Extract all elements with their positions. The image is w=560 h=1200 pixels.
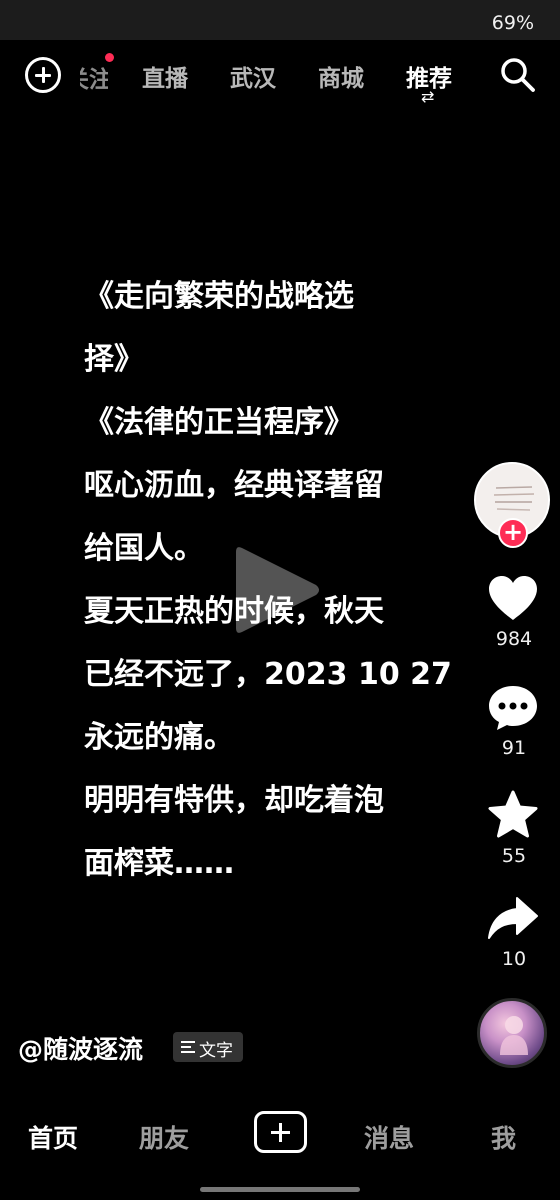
video-text-line: 面榨菜…… [84,846,234,881]
tab-mall[interactable]: 商城 [318,59,364,93]
video-text-line: 已经不远了，2023 10 27 [84,657,452,692]
nav-friends[interactable]: 朋友 [139,1119,189,1155]
share-count: 10 [501,948,527,970]
search-icon[interactable] [499,56,537,94]
notification-dot [105,53,114,62]
play-icon[interactable] [232,540,322,640]
video-text-line: 呕心沥血，经典译著留 [84,468,384,503]
share-icon[interactable] [487,896,539,942]
nav-home[interactable]: 首页 [28,1119,78,1155]
like-count: 984 [495,628,533,650]
create-button[interactable] [254,1111,307,1153]
bottom-nav: 首页 朋友 消息 我 [0,1095,560,1175]
video-text-line: 择》 [84,342,144,377]
tab-live[interactable]: 直播 [142,59,188,93]
video-feed-screen: 69% 关注 直播 武汉 商城 推荐 ⇄ 《走向繁荣的战略选 择》 《法律的正当… [0,0,560,1200]
music-cover-icon [500,1016,528,1055]
text-lines-icon [181,1041,195,1053]
nav-messages[interactable]: 消息 [364,1119,414,1155]
comment-icon[interactable] [487,684,539,732]
avatar-image [493,486,535,511]
text-mode-button[interactable]: 文字 [173,1032,243,1062]
home-indicator [200,1187,360,1192]
add-circle-icon[interactable] [25,57,61,93]
video-text-line: 《法律的正当程序》 [84,405,354,440]
follow-button[interactable]: + [498,518,528,548]
top-nav: 关注 直播 武汉 商城 推荐 ⇄ [0,48,560,108]
author-name[interactable]: @随波逐流 [18,1030,143,1066]
status-bar: 69% [0,0,560,40]
video-text-line: 明明有特供，却吃着泡 [84,783,384,818]
video-text-line: 永远的痛。 [84,720,234,755]
tab-wuhan[interactable]: 武汉 [230,59,276,93]
tab-following[interactable]: 关注 [80,58,108,90]
comment-count: 91 [501,737,527,759]
video-text-line: 《走向繁荣的战略选 [84,279,354,314]
music-disc[interactable] [477,998,547,1068]
star-icon[interactable] [487,790,539,840]
heart-icon[interactable] [487,574,539,622]
switch-arrows-icon: ⇄ [421,87,435,106]
battery-level: 69% [491,12,534,34]
nav-me[interactable]: 我 [491,1119,516,1155]
favorite-count: 55 [501,845,527,867]
text-mode-label: 文字 [199,1041,233,1061]
